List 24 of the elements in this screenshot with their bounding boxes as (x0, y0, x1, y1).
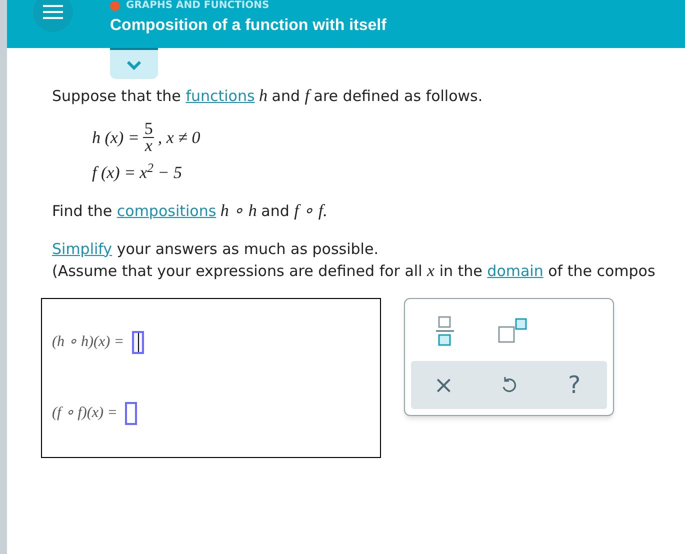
menu-icon (43, 4, 63, 20)
link[interactable]: compositions (116, 202, 216, 220)
answer-input[interactable] (125, 402, 138, 424)
function-definition: f (x) = x$^{2}$ − 5 (92, 160, 182, 184)
help-button[interactable]: ? (554, 364, 594, 404)
exponent-icon (498, 318, 528, 344)
clear-button[interactable]: × (424, 364, 464, 404)
link[interactable]: domain (487, 262, 544, 280)
answer-label: (h ∘ h)(x) = (52, 332, 124, 352)
instruction-text: (Assume that your expressions are defined for all x in the domain of the compos (52, 260, 656, 282)
instruction-text: Simplify your answers as much as possible. (52, 238, 380, 260)
category-label: GRAPHS AND FUNCTIONS (126, 0, 270, 12)
menu-button[interactable] (33, 0, 73, 32)
expand-button[interactable] (110, 48, 158, 79)
link[interactable]: functions (186, 87, 255, 105)
chevron-down-icon (126, 60, 142, 70)
answer-label: (f ∘ f)(x) = (52, 404, 118, 423)
task-text: Find the compositions h ∘ h and f ∘ f. (52, 200, 328, 222)
answer-input[interactable] (132, 330, 144, 354)
link[interactable]: Simplify (52, 240, 112, 258)
problem-statement: Suppose that the functions h and f are defined as follows. (52, 85, 484, 107)
page-title: Composition of a function with itself (110, 16, 386, 36)
fraction-icon (435, 316, 455, 346)
undo-icon (500, 376, 517, 394)
